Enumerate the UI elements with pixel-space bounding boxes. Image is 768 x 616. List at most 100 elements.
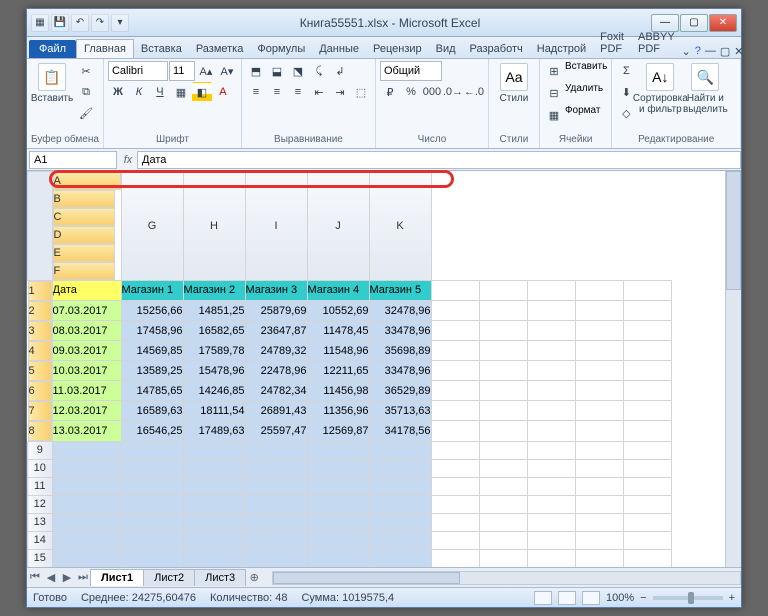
cell-H3[interactable] (479, 321, 527, 341)
cell-I11[interactable] (527, 477, 575, 495)
ribbon-tab-разработч[interactable]: Разработч (463, 40, 530, 58)
cell-H6[interactable] (479, 381, 527, 401)
row-header-9[interactable]: 9 (28, 441, 53, 459)
cut-icon[interactable]: ✂ (76, 61, 96, 81)
cell-J13[interactable] (575, 513, 623, 531)
cell-D8[interactable]: 25597,47 (245, 421, 307, 442)
row-header-13[interactable]: 13 (28, 513, 53, 531)
sheet-tab-лист3[interactable]: Лист3 (194, 569, 246, 586)
cell-E1[interactable]: Магазин 4 (307, 280, 369, 301)
cell-F10[interactable] (369, 459, 431, 477)
cell-F3[interactable]: 33478,96 (369, 321, 431, 341)
cell-K3[interactable] (623, 321, 671, 341)
cell-K8[interactable] (623, 421, 671, 442)
font-name-select[interactable]: Calibri (108, 61, 168, 81)
zoom-level[interactable]: 100% (606, 592, 634, 604)
cell-C1[interactable]: Магазин 2 (183, 280, 245, 301)
cell-E13[interactable] (307, 513, 369, 531)
cell-G1[interactable] (431, 280, 479, 301)
cell-A8[interactable]: 13.03.2017 (52, 421, 121, 442)
increase-indent-icon[interactable]: ⇥ (330, 82, 350, 102)
doc-minimize-icon[interactable]: — (705, 45, 716, 58)
cell-B1[interactable]: Магазин 1 (121, 280, 183, 301)
cell-I6[interactable] (527, 381, 575, 401)
cell-E11[interactable] (307, 477, 369, 495)
cell-D7[interactable]: 26891,43 (245, 401, 307, 421)
horizontal-scrollbar[interactable] (272, 571, 741, 585)
row-header-6[interactable]: 6 (28, 381, 52, 401)
cell-H9[interactable] (479, 441, 527, 459)
cell-E10[interactable] (307, 459, 369, 477)
column-header-D[interactable]: D (53, 226, 115, 244)
cell-B12[interactable] (121, 495, 183, 513)
worksheet-grid[interactable]: ABCDEFGHIJK1ДатаМагазин 1Магазин 2Магази… (27, 171, 672, 567)
column-header-E[interactable]: E (53, 244, 115, 262)
cell-I10[interactable] (527, 459, 575, 477)
ribbon-tab-вставка[interactable]: Вставка (134, 40, 189, 58)
cell-H1[interactable] (479, 280, 527, 301)
autosum-icon[interactable]: Σ (616, 61, 636, 81)
cell-I1[interactable] (527, 280, 575, 301)
cell-J1[interactable] (575, 280, 623, 301)
cell-J6[interactable] (575, 381, 623, 401)
cell-F5[interactable]: 33478,96 (369, 361, 431, 381)
cell-K10[interactable] (623, 459, 671, 477)
cell-I13[interactable] (527, 513, 575, 531)
cell-J2[interactable] (575, 301, 623, 321)
qat-dropdown-icon[interactable]: ▾ (111, 14, 129, 32)
cell-H14[interactable] (479, 531, 527, 549)
cell-E6[interactable]: 11456,98 (307, 381, 369, 401)
zoom-out-icon[interactable]: − (640, 592, 646, 604)
cell-D15[interactable] (245, 549, 307, 567)
cell-G3[interactable] (431, 321, 479, 341)
cell-G13[interactable] (431, 513, 479, 531)
column-header-G[interactable]: G (121, 172, 183, 281)
cell-G4[interactable] (431, 341, 479, 361)
cell-J15[interactable] (575, 549, 623, 567)
cell-D4[interactable]: 24789,32 (245, 341, 307, 361)
comma-icon[interactable]: 000 (422, 82, 442, 102)
cell-H10[interactable] (479, 459, 527, 477)
cell-I3[interactable] (527, 321, 575, 341)
cell-H4[interactable] (479, 341, 527, 361)
cell-B14[interactable] (121, 531, 183, 549)
decrease-decimal-icon[interactable]: ←.0 (464, 82, 484, 102)
row-header-1[interactable]: 1 (28, 281, 52, 301)
cell-G5[interactable] (431, 361, 479, 381)
cell-J5[interactable] (575, 361, 623, 381)
insert-cells-icon[interactable]: ⊞ (544, 61, 564, 81)
cell-C15[interactable] (183, 549, 245, 567)
row-header-14[interactable]: 14 (28, 531, 53, 549)
cell-B4[interactable]: 14569,85 (121, 341, 183, 361)
cell-D3[interactable]: 23647,87 (245, 321, 307, 341)
select-all-corner[interactable] (28, 172, 53, 281)
cell-B10[interactable] (121, 459, 183, 477)
cell-H8[interactable] (479, 421, 527, 442)
cell-I9[interactable] (527, 441, 575, 459)
ribbon-tab-foxit pdf[interactable]: Foxit PDF (593, 28, 631, 58)
format-painter-icon[interactable]: 🖌 (76, 103, 96, 123)
grow-font-icon[interactable]: A▴ (196, 61, 216, 81)
row-header-5[interactable]: 5 (28, 361, 52, 381)
underline-icon[interactable]: Ч (150, 82, 170, 102)
cell-H11[interactable] (479, 477, 527, 495)
cell-F7[interactable]: 35713,63 (369, 401, 431, 421)
increase-decimal-icon[interactable]: .0→ (443, 82, 463, 102)
fx-icon[interactable]: fx (119, 154, 137, 166)
cell-I2[interactable] (527, 301, 575, 321)
doc-restore-icon[interactable]: ▢ (720, 45, 730, 58)
cell-J10[interactable] (575, 459, 623, 477)
cell-H12[interactable] (479, 495, 527, 513)
cell-F14[interactable] (369, 531, 431, 549)
column-header-B[interactable]: B (53, 190, 115, 208)
cell-E4[interactable]: 11548,96 (307, 341, 369, 361)
cell-K1[interactable] (623, 280, 671, 301)
cell-A7[interactable]: 12.03.2017 (52, 401, 121, 421)
page-break-view-icon[interactable] (582, 591, 600, 605)
new-sheet-icon[interactable]: ⊕ (246, 570, 262, 586)
undo-icon[interactable]: ↶ (71, 14, 89, 32)
cell-K11[interactable] (623, 477, 671, 495)
cell-C11[interactable] (183, 477, 245, 495)
number-format-select[interactable]: Общий (380, 61, 442, 81)
maximize-button[interactable]: ▢ (680, 14, 708, 32)
